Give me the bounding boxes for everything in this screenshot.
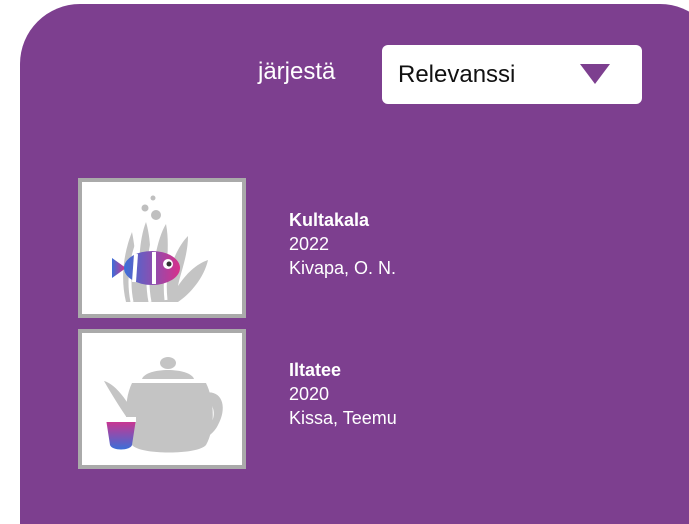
result-title[interactable]: Kultakala [289,208,396,232]
result-author: Kivapa, O. N. [289,258,397,278]
result-title[interactable]: Iltatee [289,358,397,382]
sort-selected-value: Relevanssi [398,61,516,88]
sort-label: järjestä [258,58,336,85]
result-thumbnail [78,178,246,318]
result-item-1[interactable] [78,178,246,318]
result-author: Kissa, Teemu [289,408,397,428]
fish-coral-icon [112,195,208,303]
result-year: 2020 [289,384,330,404]
teapot-icon [104,357,223,453]
result-info-1: Kultakala 2022 Kivapa, O. N. [289,208,396,280]
result-thumbnail [78,329,246,469]
sort-dropdown[interactable]: Relevanssi [382,45,642,104]
chevron-down-icon [580,64,610,84]
result-year: 2022 [289,234,330,254]
result-info-2: Iltatee 2020 Kissa, Teemu [289,358,397,430]
result-item-2[interactable] [78,329,246,469]
